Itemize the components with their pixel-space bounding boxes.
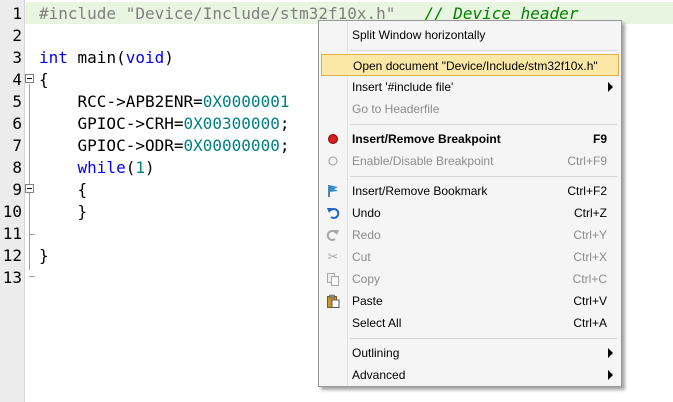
menu-item-label: Select All: [352, 316, 402, 330]
grey-circle-icon: [325, 153, 341, 169]
menu-separator: [350, 176, 617, 177]
line-number: 5: [12, 92, 22, 111]
hex-literal: 0X0000001: [202, 92, 290, 111]
fold-toggle-line-9[interactable]: [25, 184, 34, 193]
line-number: 4: [12, 70, 22, 89]
paste-icon: [325, 293, 341, 309]
menu-item-label: Outlining: [352, 346, 400, 360]
menu-item-label: Undo: [352, 206, 381, 220]
copy-icon: [325, 271, 341, 287]
code-line-10[interactable]: }: [39, 201, 88, 223]
menu-item-shortcut: Ctrl+V: [573, 294, 607, 308]
keyword-while: while: [39, 158, 126, 177]
menu-item-copy[interactable]: Copy Ctrl+C: [321, 268, 619, 290]
menu-item-shortcut: Ctrl+Z: [574, 206, 607, 220]
menu-item-label: Split Window horizontally: [352, 28, 486, 42]
editor-context-menu: Split Window horizontally Open document …: [318, 20, 622, 387]
fold-end-line-10: [29, 234, 35, 235]
submenu-arrow-icon: [608, 348, 613, 358]
menu-item-shortcut: Ctrl+A: [573, 316, 607, 330]
menu-item-label: Cut: [352, 250, 371, 264]
red-dot-icon: [325, 131, 341, 147]
menu-item-cut[interactable]: ✂ Cut Ctrl+X: [321, 246, 619, 268]
menu-item-advanced[interactable]: Advanced: [321, 364, 619, 386]
menu-item-insert-remove-bookmark[interactable]: Insert/Remove Bookmark Ctrl+F2: [321, 180, 619, 202]
flag-icon: [325, 183, 341, 199]
code-text: GPIOC->CRH=: [39, 114, 184, 133]
code-text: ): [164, 48, 174, 67]
keyword-void: void: [125, 48, 165, 67]
menu-separator: [350, 338, 617, 339]
menu-item-insert-include[interactable]: Insert '#include file': [321, 76, 619, 98]
fold-guide-main: [29, 84, 30, 270]
line-number: 9: [12, 180, 22, 199]
line-number: 2: [12, 26, 22, 45]
line-number: 11: [2, 224, 22, 243]
line-number: 13: [2, 268, 22, 287]
menu-item-go-to-headerfile[interactable]: Go to Headerfile: [321, 98, 619, 120]
fold-toggle-line-4[interactable]: [25, 74, 34, 83]
line-number: 7: [12, 136, 22, 155]
code-text: GPIOC->ODR=: [39, 136, 184, 155]
line-number: 6: [12, 114, 22, 133]
menu-item-label: Insert/Remove Breakpoint: [352, 132, 501, 146]
menu-item-paste[interactable]: Paste Ctrl+V: [321, 290, 619, 312]
code-line-9[interactable]: {: [39, 179, 88, 201]
fold-end-line-12: [29, 276, 35, 277]
redo-arrow-icon: [325, 227, 341, 243]
menu-item-label: Open document "Device/Include/stm32f10x.…: [353, 59, 598, 73]
code-text: (: [125, 158, 136, 177]
code-text: RCC->APB2ENR=: [39, 92, 203, 111]
submenu-arrow-icon: [608, 82, 613, 92]
menu-item-label: Paste: [352, 294, 383, 308]
menu-item-shortcut: Ctrl+X: [573, 250, 607, 264]
menu-item-split-window[interactable]: Split Window horizontally: [321, 24, 619, 46]
submenu-arrow-icon: [608, 370, 613, 380]
code-text: ): [144, 158, 155, 177]
keyword-int: int: [39, 48, 68, 67]
menu-item-undo[interactable]: Undo Ctrl+Z: [321, 202, 619, 224]
line-number: 1: [12, 4, 22, 23]
menu-item-label: Copy: [352, 272, 381, 286]
menu-item-enable-disable-breakpoint[interactable]: Enable/Disable Breakpoint Ctrl+F9: [321, 150, 619, 172]
undo-arrow-icon: [325, 205, 341, 221]
menu-item-insert-remove-breakpoint[interactable]: Insert/Remove Breakpoint F9: [321, 128, 619, 150]
code-line-6[interactable]: GPIOC->CRH=0X00300000;: [39, 113, 290, 135]
menu-item-label: Insert/Remove Bookmark: [352, 184, 488, 198]
menu-item-shortcut: Ctrl+F9: [567, 154, 607, 168]
number-literal: 1: [135, 158, 145, 177]
code-text: ;: [279, 136, 290, 155]
line-number: 8: [12, 158, 22, 177]
menu-item-label: Go to Headerfile: [352, 102, 440, 116]
menu-item-label: Enable/Disable Breakpoint: [352, 154, 494, 168]
code-line-5[interactable]: RCC->APB2ENR=0X0000001: [39, 91, 290, 113]
menu-item-redo[interactable]: Redo Ctrl+Y: [321, 224, 619, 246]
hex-literal: 0X00300000: [183, 114, 280, 133]
scissors-icon: ✂: [327, 249, 339, 264]
code-text: ;: [279, 114, 290, 133]
hex-literal: 0X00000000: [183, 136, 280, 155]
menu-item-shortcut: Ctrl+C: [572, 272, 607, 286]
menu-item-select-all[interactable]: Select All Ctrl+A: [321, 312, 619, 334]
line-number: 3: [12, 48, 22, 67]
code-line-4[interactable]: {: [39, 69, 49, 91]
code-line-3[interactable]: int main(void): [39, 47, 174, 69]
menu-item-outlining[interactable]: Outlining: [321, 342, 619, 364]
code-line-8[interactable]: while(1): [39, 157, 155, 179]
menu-item-label: Advanced: [352, 368, 406, 382]
menu-item-shortcut: F9: [592, 132, 607, 146]
menu-item-shortcut: Ctrl+F2: [567, 184, 607, 198]
menu-item-label: Redo: [352, 228, 381, 242]
code-line-7[interactable]: GPIOC->ODR=0X00000000;: [39, 135, 290, 157]
menu-item-shortcut: Ctrl+Y: [573, 228, 607, 242]
code-line-12[interactable]: }: [39, 245, 49, 267]
menu-separator: [350, 124, 617, 125]
menu-item-open-document[interactable]: Open document "Device/Include/stm32f10x.…: [321, 54, 619, 76]
line-number: 10: [2, 202, 22, 221]
menu-item-label: Insert '#include file': [352, 80, 454, 94]
line-number: 12: [2, 246, 22, 265]
menu-separator: [350, 50, 617, 51]
code-text: main(: [67, 48, 126, 67]
